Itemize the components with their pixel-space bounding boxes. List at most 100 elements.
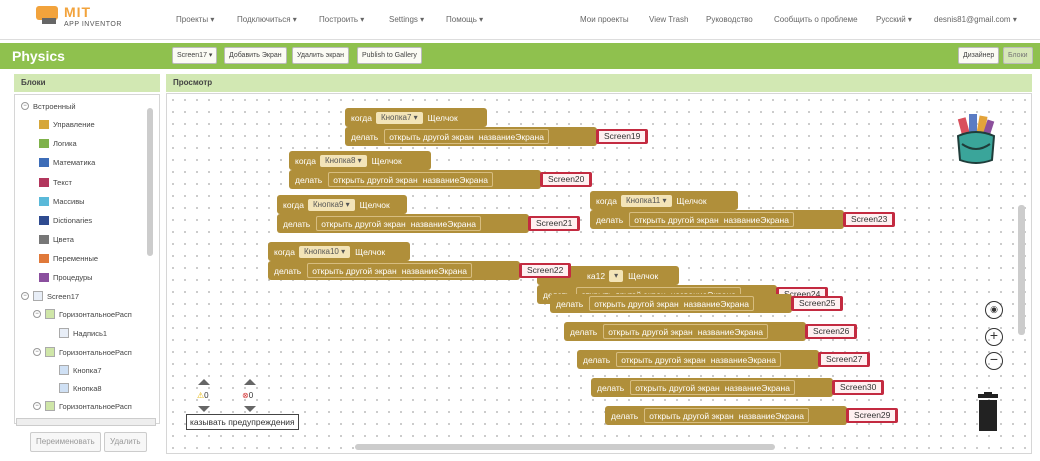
horizontal-arrangement-icon — [45, 347, 55, 357]
blocks-tree-scrollbar[interactable] — [147, 108, 153, 256]
do-keyword: делать — [556, 298, 584, 309]
menu-help[interactable]: Помощь ▾ — [446, 15, 483, 24]
colors-swatch-icon — [39, 234, 49, 244]
rename-button[interactable]: Переименовать — [30, 432, 101, 452]
open-screen-keyword: открыть другой экран — [594, 298, 679, 309]
screen-value[interactable]: Screen23 — [843, 212, 896, 227]
category-colors[interactable]: Цвета — [39, 232, 74, 246]
zoom-out-icon[interactable]: − — [985, 352, 1003, 370]
remove-screen-button[interactable]: Удалить экран — [292, 47, 349, 64]
screen-value[interactable]: Screen30 — [832, 380, 885, 395]
workspace-hscrollbar[interactable] — [355, 444, 775, 450]
screen-name-keyword: названиеЭкрана — [724, 382, 790, 393]
menu-projects[interactable]: Проекты ▾ — [176, 15, 214, 24]
do-keyword: делать — [283, 218, 311, 229]
component-dropdown[interactable]: Кнопка10 ▾ — [298, 245, 351, 258]
screen-name-keyword: названиеЭкрана — [478, 131, 544, 142]
category-control[interactable]: Управление — [39, 117, 95, 131]
trash-icon[interactable] — [976, 392, 1000, 432]
event-block-button8[interactable]: когда Кнопка8 ▾ Щелчок делать открыть друго… — [289, 151, 609, 189]
tree-button7[interactable]: Кнопка7 — [59, 363, 102, 377]
category-dictionaries[interactable]: Dictionaries — [39, 213, 92, 227]
screen-value[interactable]: Screen25 — [791, 296, 844, 311]
blocks-button[interactable]: Блоки — [1003, 47, 1033, 64]
tree-label1[interactable]: Надпись1 — [59, 326, 107, 340]
component-dropdown[interactable]: Кнопка8 ▾ — [319, 154, 367, 167]
collapse-icon[interactable]: − — [33, 402, 41, 410]
click-keyword: Щелчок — [355, 246, 386, 257]
collapse-icon[interactable]: − — [33, 348, 41, 356]
category-math[interactable]: Математика — [39, 155, 95, 169]
component-dropdown[interactable]: Кнопка7 ▾ — [375, 111, 423, 124]
link-report-problem[interactable]: Сообщить о проблеме — [774, 15, 858, 24]
screen-icon — [33, 291, 43, 301]
app-inventor-logo[interactable]: MIT APP INVENTOR — [36, 4, 126, 36]
click-keyword: Щелчок — [676, 195, 707, 206]
show-warnings-toggle[interactable]: казывать предупреждения — [186, 414, 299, 430]
delete-button[interactable]: Удалить — [104, 432, 147, 452]
dictionaries-swatch-icon — [39, 215, 49, 225]
center-icon[interactable]: ◉ — [985, 301, 1003, 319]
warning-up-arrow-icon[interactable] — [198, 379, 210, 385]
category-lists[interactable]: Массивы — [39, 194, 85, 208]
screen-value[interactable]: Screen26 — [805, 324, 858, 339]
category-variables[interactable]: Переменные — [39, 251, 98, 265]
screen-value[interactable]: Screen22 — [519, 263, 572, 278]
do-keyword: делать — [295, 174, 323, 185]
collapse-icon[interactable]: − — [33, 310, 41, 318]
tree-builtin[interactable]: − Встроенный — [21, 99, 76, 113]
when-keyword: когда — [351, 112, 372, 123]
click-keyword: Щелчок — [628, 270, 659, 281]
add-screen-button[interactable]: Добавить Экран — [224, 47, 287, 64]
link-my-projects[interactable]: Мои проекты — [580, 15, 629, 24]
tree-horizontal-3[interactable]: − ГоризонтальноеРасп — [33, 399, 132, 413]
screen-value[interactable]: Screen20 — [540, 172, 593, 187]
event-block-button11[interactable]: когда Кнопка11 ▾ Щелчок делать открыть друг… — [590, 191, 920, 229]
collapse-icon[interactable]: − — [21, 292, 29, 300]
warning-down-arrow-icon[interactable] — [198, 406, 210, 412]
tree-horizontal-1[interactable]: − ГоризонтальноеРасп — [33, 307, 132, 321]
event-block-button7[interactable]: когда Кнопка7 ▾ Щелчок делать открыть друго… — [345, 108, 665, 146]
tree-button8[interactable]: Кнопка8 — [59, 381, 102, 395]
screen-value[interactable]: Screen27 — [818, 352, 871, 367]
lists-swatch-icon — [39, 196, 49, 206]
screen-value[interactable]: Screen29 — [846, 408, 899, 423]
link-view-trash[interactable]: View Trash — [649, 15, 688, 24]
horizontal-arrangement-icon — [45, 309, 55, 319]
menu-settings[interactable]: Settings ▾ — [389, 15, 424, 24]
category-procedures[interactable]: Процедуры — [39, 270, 93, 284]
error-down-arrow-icon[interactable] — [244, 406, 256, 412]
warnings-indicator: ⚠0 — [197, 391, 209, 400]
menu-language[interactable]: Русский ▾ — [876, 15, 912, 24]
backpack-icon[interactable] — [955, 110, 997, 166]
zoom-in-icon[interactable]: + — [985, 328, 1003, 346]
when-keyword: когда — [596, 195, 617, 206]
component-dropdown[interactable]: Кнопка11 ▾ — [620, 194, 672, 207]
tree-screen17[interactable]: − Screen17 — [21, 289, 79, 303]
dropdown-arrow[interactable]: ▾ — [609, 269, 624, 282]
category-text[interactable]: Текст — [39, 175, 72, 189]
publish-gallery-button[interactable]: Publish to Gallery — [357, 47, 422, 64]
screen-select[interactable]: Screen17 ▾ — [172, 47, 218, 64]
open-screen-keyword: открыть другой экран — [389, 131, 474, 142]
event-block-button9[interactable]: когда Кнопка9 ▾ Щелчок делать открыть друго… — [277, 195, 597, 233]
collapse-icon[interactable]: − — [21, 102, 29, 110]
do-block-screen29[interactable]: делать открыть другой экран названиеЭкрана… — [605, 406, 925, 444]
blocks-tree-hscrollbar[interactable] — [16, 418, 156, 426]
screen-value[interactable]: Screen19 — [596, 129, 649, 144]
event-block-button10[interactable]: когда Кнопка10 ▾ Щелчок делать открыть друг… — [268, 242, 588, 280]
component-dropdown[interactable]: Кнопка9 ▾ — [307, 198, 355, 211]
blocks-tree: − Встроенный Управление Логика Математика… — [14, 94, 160, 424]
click-keyword: Щелчок — [427, 112, 458, 123]
menu-connect[interactable]: Подключиться ▾ — [237, 15, 297, 24]
menu-build[interactable]: Построить ▾ — [319, 15, 364, 24]
category-logic[interactable]: Логика — [39, 136, 77, 150]
designer-button[interactable]: Дизайнер — [958, 47, 1000, 64]
screen-value[interactable]: Screen21 — [528, 216, 581, 231]
menu-account[interactable]: desnis81@gmail.com ▾ — [934, 15, 1017, 24]
tree-horizontal-2[interactable]: − ГоризонтальноеРасп — [33, 345, 132, 359]
when-keyword: когда — [295, 155, 316, 166]
link-guide[interactable]: Руководство — [706, 15, 753, 24]
error-up-arrow-icon[interactable] — [244, 379, 256, 385]
workspace-vscrollbar[interactable] — [1018, 205, 1025, 335]
